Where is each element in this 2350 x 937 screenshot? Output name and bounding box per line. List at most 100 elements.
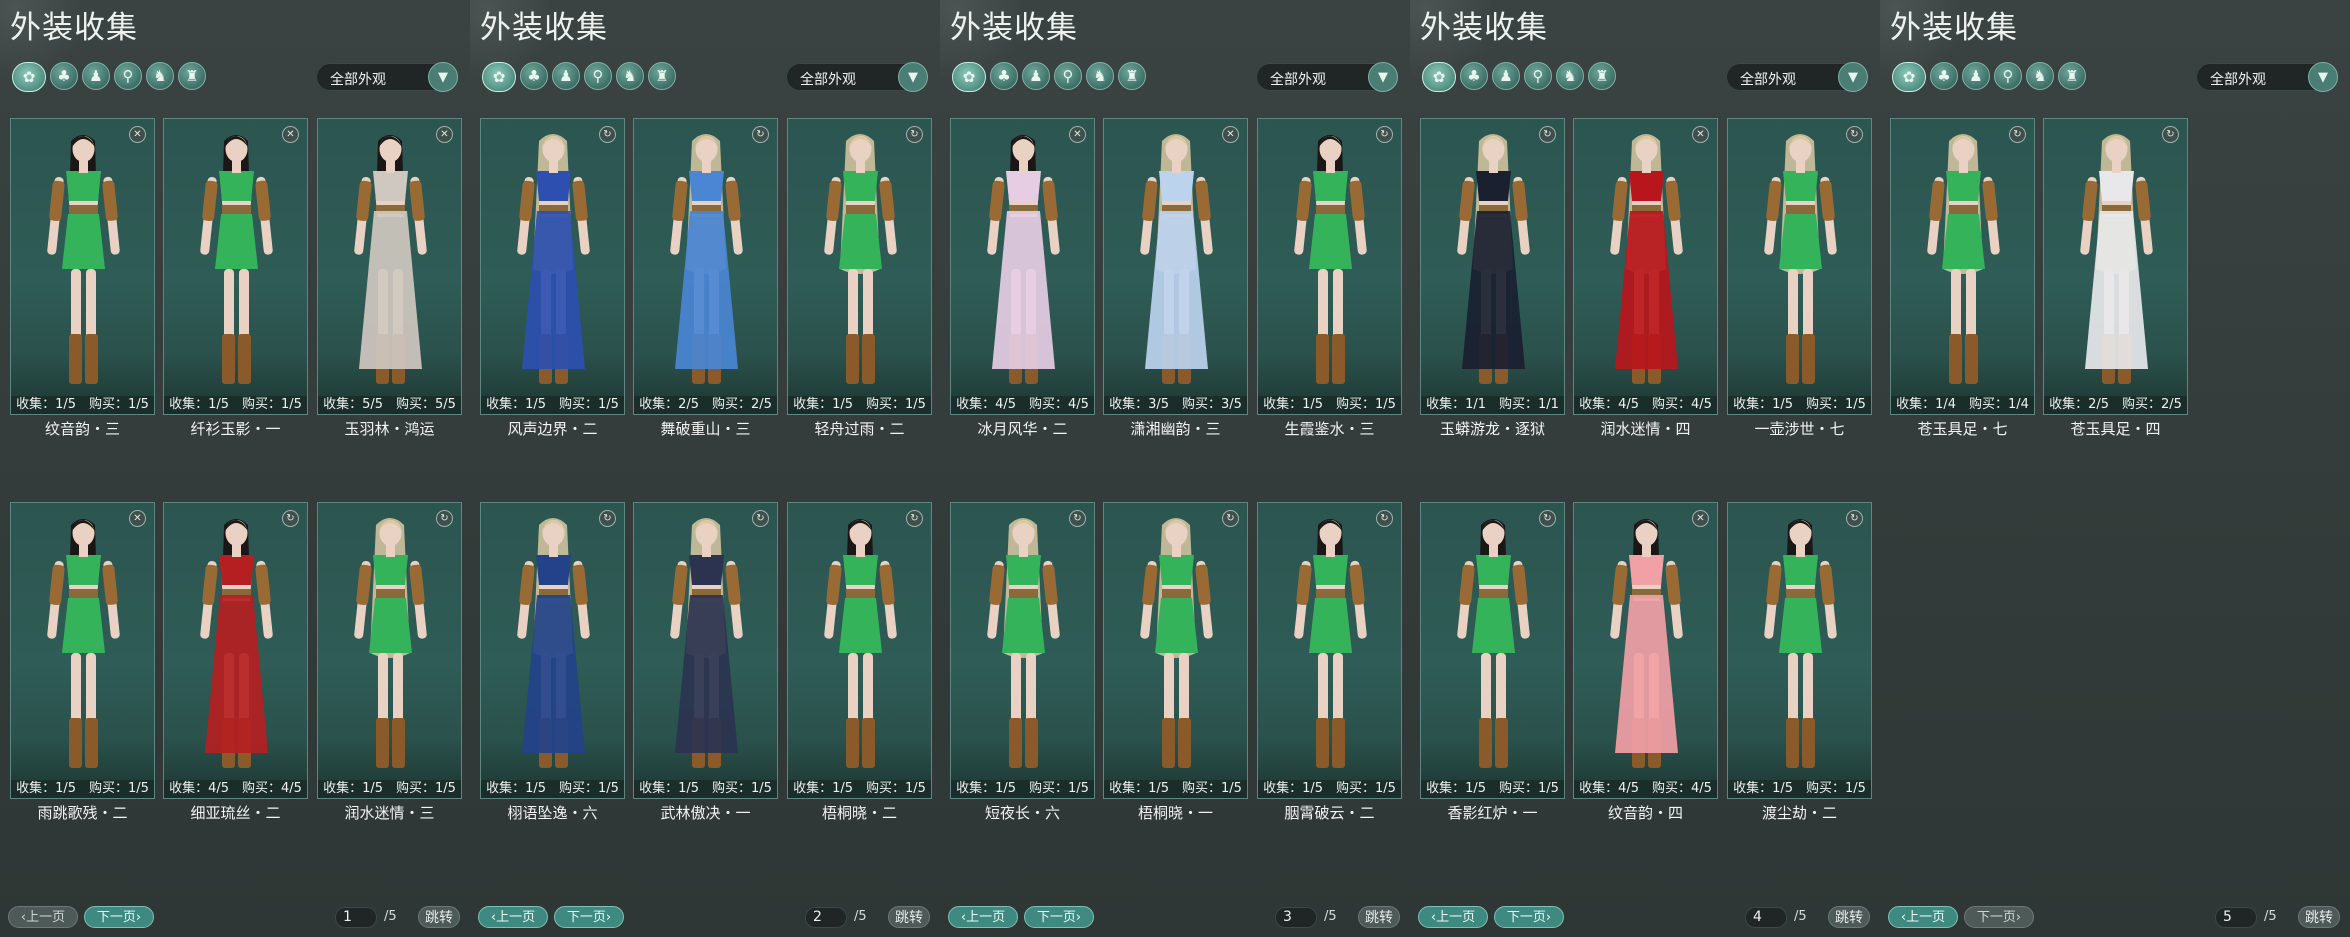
hat-tab-icon[interactable]: ♜ bbox=[648, 62, 676, 90]
outfit-card[interactable]: ✕ 收集：4/5 购买：4/5 bbox=[950, 118, 1095, 415]
shoes-tab-icon[interactable]: ⚲ bbox=[114, 62, 142, 90]
outfit-card[interactable]: ✕ 收集：1/5 购买：1/5 bbox=[10, 118, 155, 415]
jump-button[interactable]: 跳转 bbox=[2298, 906, 2340, 928]
chevron-down-icon[interactable]: ▼ bbox=[428, 62, 458, 92]
top-tab-icon[interactable]: ♣ bbox=[1460, 62, 1488, 90]
outfit-card[interactable]: ↻ 收集：1/5 购买：1/5 bbox=[1727, 502, 1872, 799]
outfit-card[interactable]: ↻ 收集：1/5 购买：1/5 bbox=[1727, 118, 1872, 415]
all-outfits-tab-icon[interactable]: ✿ bbox=[482, 62, 516, 92]
appearance-filter-dropdown[interactable]: 全部外观 ▼ bbox=[2196, 62, 2338, 92]
outfit-card[interactable]: ↻ 收集：1/5 购买：1/5 bbox=[1420, 502, 1565, 799]
refresh-icon[interactable]: ↻ bbox=[599, 126, 616, 143]
shoes-tab-icon[interactable]: ⚲ bbox=[1524, 62, 1552, 90]
outfit-card[interactable]: ✕ 收集：4/5 购买：4/5 bbox=[1573, 118, 1718, 415]
appearance-filter-dropdown[interactable]: 全部外观 ▼ bbox=[1726, 62, 1868, 92]
chevron-down-icon[interactable]: ▼ bbox=[1368, 62, 1398, 92]
refresh-icon[interactable]: ↻ bbox=[1846, 126, 1863, 143]
page-number-input[interactable]: 3 bbox=[1275, 907, 1317, 928]
outfit-card[interactable]: ↻ 收集：2/5 购买：2/5 bbox=[633, 118, 778, 415]
appearance-filter-dropdown[interactable]: 全部外观 ▼ bbox=[786, 62, 928, 92]
page-number-input[interactable]: 2 bbox=[805, 907, 847, 928]
appearance-filter-dropdown[interactable]: 全部外观 ▼ bbox=[1256, 62, 1398, 92]
outfit-card[interactable]: ↻ 收集：1/5 购买：1/5 bbox=[950, 502, 1095, 799]
hat-tab-icon[interactable]: ♜ bbox=[178, 62, 206, 90]
shoes-tab-icon[interactable]: ⚲ bbox=[1994, 62, 2022, 90]
refresh-icon[interactable]: ↻ bbox=[1376, 126, 1393, 143]
refresh-icon[interactable]: ↻ bbox=[752, 126, 769, 143]
all-outfits-tab-icon[interactable]: ✿ bbox=[1422, 62, 1456, 92]
outfit-card[interactable]: ✕ 收集：1/5 购买：1/5 bbox=[10, 502, 155, 799]
next-page-button[interactable]: 下一页› bbox=[1494, 906, 1564, 928]
jump-button[interactable]: 跳转 bbox=[418, 906, 460, 928]
prev-page-button[interactable]: ‹上一页 bbox=[478, 906, 548, 928]
all-outfits-tab-icon[interactable]: ✿ bbox=[952, 62, 986, 92]
mask-tab-icon[interactable]: ♞ bbox=[616, 62, 644, 90]
refresh-icon[interactable]: ↻ bbox=[752, 510, 769, 527]
robe-tab-icon[interactable]: ♟ bbox=[552, 62, 580, 90]
refresh-icon[interactable]: ↻ bbox=[1539, 510, 1556, 527]
outfit-card[interactable]: ↻ 收集：1/5 购买：1/5 bbox=[787, 502, 932, 799]
robe-tab-icon[interactable]: ♟ bbox=[1022, 62, 1050, 90]
mask-tab-icon[interactable]: ♞ bbox=[2026, 62, 2054, 90]
jump-button[interactable]: 跳转 bbox=[888, 906, 930, 928]
all-outfits-tab-icon[interactable]: ✿ bbox=[12, 62, 46, 92]
outfit-card[interactable]: ↻ 收集：1/5 购买：1/5 bbox=[1257, 118, 1402, 415]
top-tab-icon[interactable]: ♣ bbox=[50, 62, 78, 90]
prev-page-button[interactable]: ‹上一页 bbox=[8, 906, 78, 928]
outfit-card[interactable]: ↻ 收集：1/5 购买：1/5 bbox=[633, 502, 778, 799]
trash-icon[interactable]: ✕ bbox=[1222, 126, 1239, 143]
trash-icon[interactable]: ✕ bbox=[129, 126, 146, 143]
outfit-card[interactable]: ↻ 收集：1/5 购买：1/5 bbox=[317, 502, 462, 799]
page-number-input[interactable]: 5 bbox=[2215, 907, 2257, 928]
outfit-card[interactable]: ↻ 收集：1/5 购买：1/5 bbox=[1257, 502, 1402, 799]
top-tab-icon[interactable]: ♣ bbox=[990, 62, 1018, 90]
shoes-tab-icon[interactable]: ⚲ bbox=[584, 62, 612, 90]
trash-icon[interactable]: ✕ bbox=[129, 510, 146, 527]
refresh-icon[interactable]: ↻ bbox=[1846, 510, 1863, 527]
refresh-icon[interactable]: ↻ bbox=[1222, 510, 1239, 527]
trash-icon[interactable]: ✕ bbox=[436, 126, 453, 143]
chevron-down-icon[interactable]: ▼ bbox=[898, 62, 928, 92]
next-page-button[interactable]: 下一页› bbox=[554, 906, 624, 928]
prev-page-button[interactable]: ‹上一页 bbox=[1888, 906, 1958, 928]
trash-icon[interactable]: ✕ bbox=[282, 126, 299, 143]
refresh-icon[interactable]: ↻ bbox=[2162, 126, 2179, 143]
robe-tab-icon[interactable]: ♟ bbox=[82, 62, 110, 90]
outfit-card[interactable]: ↻ 收集：1/5 购买：1/5 bbox=[480, 118, 625, 415]
robe-tab-icon[interactable]: ♟ bbox=[1492, 62, 1520, 90]
shoes-tab-icon[interactable]: ⚲ bbox=[1054, 62, 1082, 90]
mask-tab-icon[interactable]: ♞ bbox=[146, 62, 174, 90]
page-number-input[interactable]: 1 bbox=[335, 907, 377, 928]
outfit-card[interactable]: ↻ 收集：1/5 购买：1/5 bbox=[1103, 502, 1248, 799]
refresh-icon[interactable]: ↻ bbox=[282, 510, 299, 527]
outfit-card[interactable]: ✕ 收集：3/5 购买：3/5 bbox=[1103, 118, 1248, 415]
chevron-down-icon[interactable]: ▼ bbox=[2308, 62, 2338, 92]
outfit-card[interactable]: ↻ 收集：1/5 购买：1/5 bbox=[787, 118, 932, 415]
hat-tab-icon[interactable]: ♜ bbox=[1588, 62, 1616, 90]
outfit-card[interactable]: ✕ 收集：1/5 购买：1/5 bbox=[163, 118, 308, 415]
next-page-button[interactable]: 下一页› bbox=[1024, 906, 1094, 928]
outfit-card[interactable]: ✕ 收集：4/5 购买：4/5 bbox=[1573, 502, 1718, 799]
outfit-card[interactable]: ↻ 收集：4/5 购买：4/5 bbox=[163, 502, 308, 799]
page-number-input[interactable]: 4 bbox=[1745, 907, 1787, 928]
trash-icon[interactable]: ✕ bbox=[1692, 510, 1709, 527]
outfit-card[interactable]: ↻ 收集：1/5 购买：1/5 bbox=[480, 502, 625, 799]
top-tab-icon[interactable]: ♣ bbox=[520, 62, 548, 90]
trash-icon[interactable]: ✕ bbox=[1069, 126, 1086, 143]
jump-button[interactable]: 跳转 bbox=[1358, 906, 1400, 928]
outfit-card[interactable]: ↻ 收集：1/4 购买：1/4 bbox=[1890, 118, 2035, 415]
hat-tab-icon[interactable]: ♜ bbox=[2058, 62, 2086, 90]
refresh-icon[interactable]: ↻ bbox=[436, 510, 453, 527]
refresh-icon[interactable]: ↻ bbox=[599, 510, 616, 527]
next-page-button[interactable]: 下一页› bbox=[84, 906, 154, 928]
jump-button[interactable]: 跳转 bbox=[1828, 906, 1870, 928]
hat-tab-icon[interactable]: ♜ bbox=[1118, 62, 1146, 90]
prev-page-button[interactable]: ‹上一页 bbox=[948, 906, 1018, 928]
top-tab-icon[interactable]: ♣ bbox=[1930, 62, 1958, 90]
outfit-card[interactable]: ✕ 收集：5/5 购买：5/5 bbox=[317, 118, 462, 415]
mask-tab-icon[interactable]: ♞ bbox=[1086, 62, 1114, 90]
trash-icon[interactable]: ✕ bbox=[1692, 126, 1709, 143]
refresh-icon[interactable]: ↻ bbox=[1539, 126, 1556, 143]
refresh-icon[interactable]: ↻ bbox=[1069, 510, 1086, 527]
outfit-card[interactable]: ↻ 收集：2/5 购买：2/5 bbox=[2043, 118, 2188, 415]
